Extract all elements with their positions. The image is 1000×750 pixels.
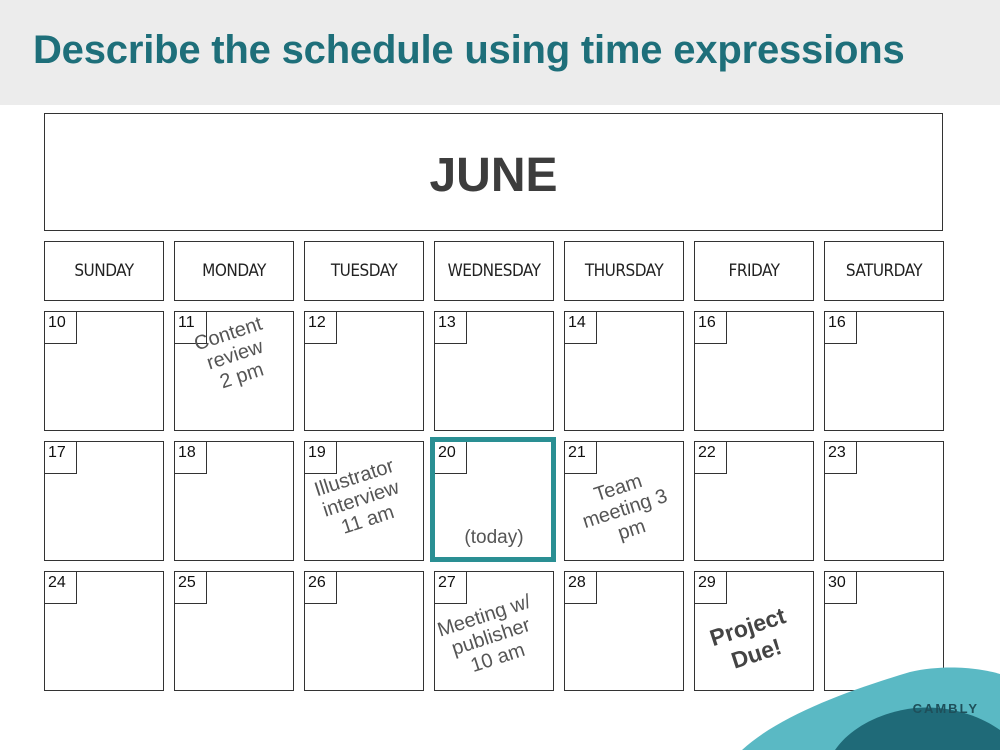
brand-wave-decoration [742, 667, 1000, 750]
cambly-logo: CAMBLY [912, 701, 979, 716]
